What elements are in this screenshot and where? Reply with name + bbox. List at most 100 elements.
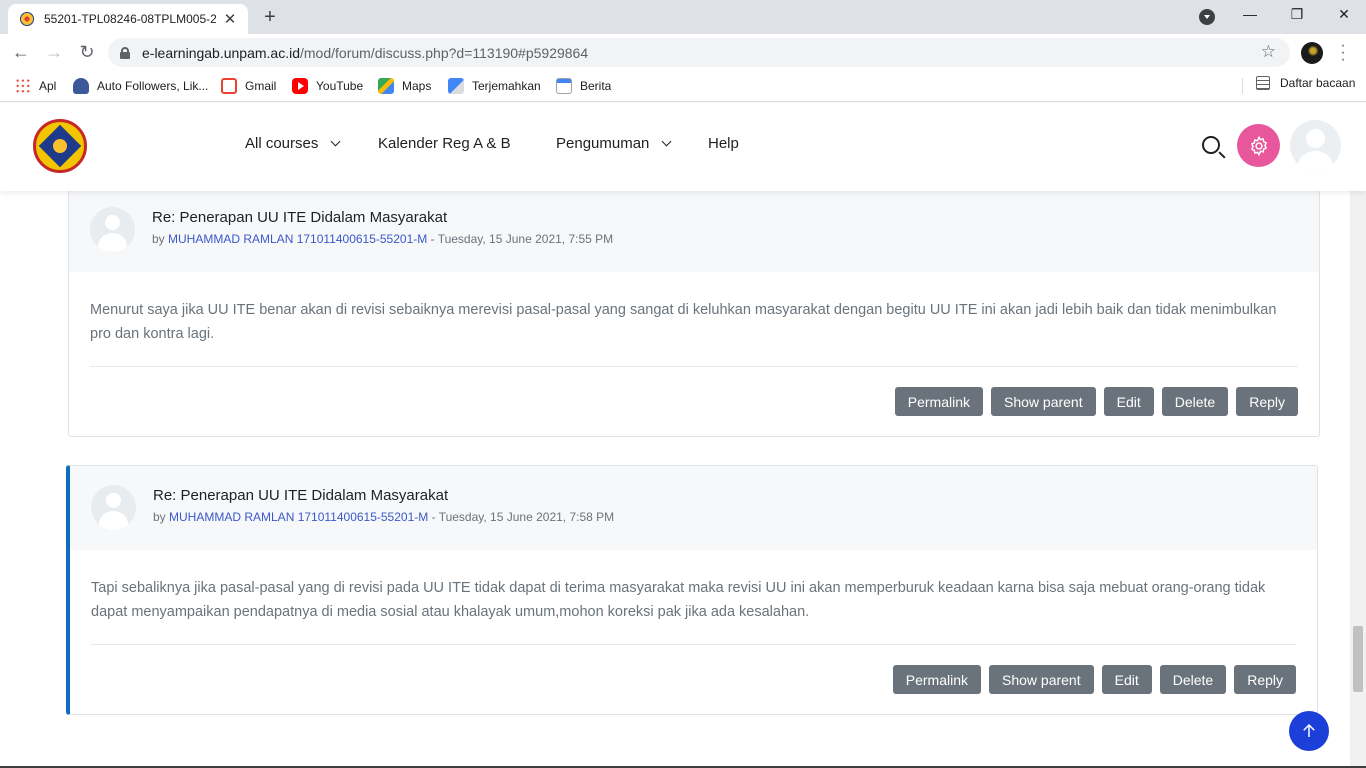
reply-button[interactable]: Reply bbox=[1236, 387, 1298, 416]
forward-arrow-icon[interactable]: → bbox=[43, 42, 65, 64]
bookmark-translate[interactable]: Terjemahkan bbox=[448, 76, 541, 96]
tab-close-icon[interactable]: ✕ bbox=[222, 10, 238, 28]
post-title: Re: Penerapan UU ITE Didalam Masyarakat bbox=[152, 209, 448, 226]
bookmark-news[interactable]: Berita bbox=[556, 76, 611, 96]
show-parent-button[interactable]: Show parent bbox=[989, 665, 1094, 694]
gmail-icon bbox=[221, 78, 237, 94]
settings-button[interactable] bbox=[1237, 124, 1280, 167]
bookmark-maps[interactable]: Maps bbox=[378, 76, 431, 96]
chevron-down-icon bbox=[661, 136, 672, 147]
post-title: Re: Penerapan UU ITE Didalam Masyarakat bbox=[153, 487, 449, 504]
tab-search-icon[interactable] bbox=[1199, 9, 1215, 25]
post-header: Re: Penerapan UU ITE Didalam Masyarakat … bbox=[69, 191, 1319, 272]
reading-list-button[interactable]: Daftar bacaan bbox=[1256, 76, 1355, 90]
browser-menu-icon[interactable]: · · · bbox=[1338, 38, 1348, 68]
minimize-button[interactable]: — bbox=[1235, 6, 1265, 22]
url-host: e-learningab.unpam.ac.id bbox=[142, 44, 300, 61]
browser-toolbar: ← → ↻ e-learningab.unpam.ac.id/mod/forum… bbox=[0, 34, 1366, 70]
bookmark-star-icon[interactable]: ☆ bbox=[1261, 42, 1276, 62]
translate-icon bbox=[448, 78, 464, 94]
apps-icon bbox=[15, 78, 31, 94]
followers-icon bbox=[73, 78, 89, 94]
back-arrow-icon[interactable]: ← bbox=[10, 42, 32, 64]
author-avatar[interactable] bbox=[90, 207, 135, 252]
permalink-button[interactable]: Permalink bbox=[894, 387, 983, 416]
nav-calendar[interactable]: Kalender Reg A & B bbox=[378, 135, 511, 152]
forum-post-highlighted: Re: Penerapan UU ITE Didalam Masyarakat … bbox=[66, 465, 1318, 715]
new-tab-button[interactable]: + bbox=[258, 6, 282, 28]
by-prefix: by bbox=[152, 232, 169, 246]
bookmark-gmail[interactable]: Gmail bbox=[221, 76, 276, 96]
post-date: - Tuesday, 15 June 2021, 7:55 PM bbox=[427, 232, 614, 246]
bookmark-label: Terjemahkan bbox=[472, 79, 541, 93]
browser-profile-avatar[interactable] bbox=[1301, 42, 1323, 64]
author-avatar[interactable] bbox=[91, 485, 136, 530]
post-body: Tapi sebaliknya jika pasal-pasal yang di… bbox=[70, 550, 1317, 645]
bookmark-apps[interactable]: Apl bbox=[15, 76, 56, 96]
reload-icon[interactable]: ↻ bbox=[76, 42, 98, 64]
bookmark-label: YouTube bbox=[316, 79, 364, 93]
author-link[interactable]: MUHAMMAD RAMLAN 171011400615-55201-M bbox=[169, 510, 428, 524]
scrollbar-thumb[interactable] bbox=[1353, 626, 1363, 692]
youtube-icon bbox=[292, 78, 308, 94]
bookmark-label: Gmail bbox=[245, 79, 277, 93]
post-text: Tapi sebaliknya jika pasal-pasal yang di… bbox=[91, 576, 1296, 645]
by-prefix: by bbox=[153, 510, 170, 524]
bookmark-label: Berita bbox=[580, 79, 612, 93]
url-path: /mod/forum/discuss.php?d=113190#p5929864 bbox=[300, 44, 589, 61]
post-byline: by MUHAMMAD RAMLAN 171011400615-55201-M … bbox=[152, 232, 613, 246]
post-header: Re: Penerapan UU ITE Didalam Masyarakat … bbox=[70, 466, 1317, 550]
bookmarks-bar: Apl Auto Followers, Lik... Gmail YouTube… bbox=[0, 70, 1366, 102]
maximize-button[interactable]: ❐ bbox=[1282, 6, 1312, 23]
bookmark-youtube[interactable]: YouTube bbox=[292, 76, 363, 96]
permalink-button[interactable]: Permalink bbox=[892, 665, 981, 694]
edit-button[interactable]: Edit bbox=[1101, 665, 1152, 694]
arrow-up-icon bbox=[1303, 723, 1315, 737]
show-parent-button[interactable]: Show parent bbox=[991, 387, 1096, 416]
address-bar[interactable]: e-learningab.unpam.ac.id/mod/forum/discu… bbox=[108, 38, 1290, 67]
nav-announcements[interactable]: Pengumuman bbox=[556, 135, 672, 152]
reading-list-icon bbox=[1256, 76, 1270, 90]
tab-title: 55201-TPL08246-08TPLM005-20 bbox=[44, 12, 216, 26]
forum-discussion: Re: Penerapan UU ITE Didalam Masyarakat … bbox=[0, 191, 1350, 768]
nav-label: Help bbox=[708, 135, 739, 152]
browser-tab[interactable]: 55201-TPL08246-08TPLM005-20 ✕ bbox=[8, 4, 248, 34]
edit-button[interactable]: Edit bbox=[1103, 387, 1154, 416]
post-actions: Permalink Show parent Edit Delete Reply bbox=[69, 367, 1319, 436]
bookmark-label: Maps bbox=[402, 79, 432, 93]
post-actions: Permalink Show parent Edit Delete Reply bbox=[70, 645, 1317, 714]
user-menu-avatar[interactable] bbox=[1290, 120, 1341, 171]
nav-help[interactable]: Help bbox=[708, 135, 739, 152]
forum-post: Re: Penerapan UU ITE Didalam Masyarakat … bbox=[68, 191, 1320, 437]
post-date: - Tuesday, 15 June 2021, 7:58 PM bbox=[428, 510, 615, 524]
news-icon bbox=[556, 78, 572, 94]
site-header: All courses Kalender Reg A & B Pengumuma… bbox=[0, 103, 1366, 191]
delete-button[interactable]: Delete bbox=[1161, 387, 1229, 416]
back-to-top-button[interactable] bbox=[1289, 711, 1329, 751]
page-scrollbar[interactable] bbox=[1350, 191, 1366, 768]
post-text: Menurut saya jika UU ITE benar akan di r… bbox=[90, 298, 1298, 367]
post-body: Menurut saya jika UU ITE benar akan di r… bbox=[69, 272, 1319, 367]
browser-tabstrip: 55201-TPL08246-08TPLM005-20 ✕ + — ❐ ✕ bbox=[0, 0, 1366, 34]
nav-label: Pengumuman bbox=[556, 135, 650, 152]
gear-icon bbox=[1250, 135, 1267, 156]
lock-icon[interactable] bbox=[120, 46, 130, 59]
site-favicon-icon bbox=[20, 12, 34, 26]
nav-label: All courses bbox=[245, 135, 319, 152]
maps-icon bbox=[378, 78, 394, 94]
bookmark-auto-followers[interactable]: Auto Followers, Lik... bbox=[73, 76, 208, 96]
search-icon[interactable] bbox=[1202, 136, 1220, 154]
post-byline: by MUHAMMAD RAMLAN 171011400615-55201-M … bbox=[153, 510, 614, 524]
delete-button[interactable]: Delete bbox=[1159, 665, 1227, 694]
bookmark-label: Auto Followers, Lik... bbox=[97, 79, 209, 93]
chevron-down-icon bbox=[330, 136, 341, 147]
bookmark-divider bbox=[1242, 78, 1243, 94]
nav-label: Kalender Reg A & B bbox=[378, 135, 511, 152]
author-link[interactable]: MUHAMMAD RAMLAN 171011400615-55201-M bbox=[168, 232, 427, 246]
reading-list-label: Daftar bacaan bbox=[1280, 76, 1356, 90]
bookmark-label: Apl bbox=[39, 79, 57, 93]
close-window-button[interactable]: ✕ bbox=[1329, 6, 1359, 23]
university-logo[interactable] bbox=[33, 119, 87, 173]
nav-all-courses[interactable]: All courses bbox=[245, 135, 341, 152]
reply-button[interactable]: Reply bbox=[1234, 665, 1296, 694]
